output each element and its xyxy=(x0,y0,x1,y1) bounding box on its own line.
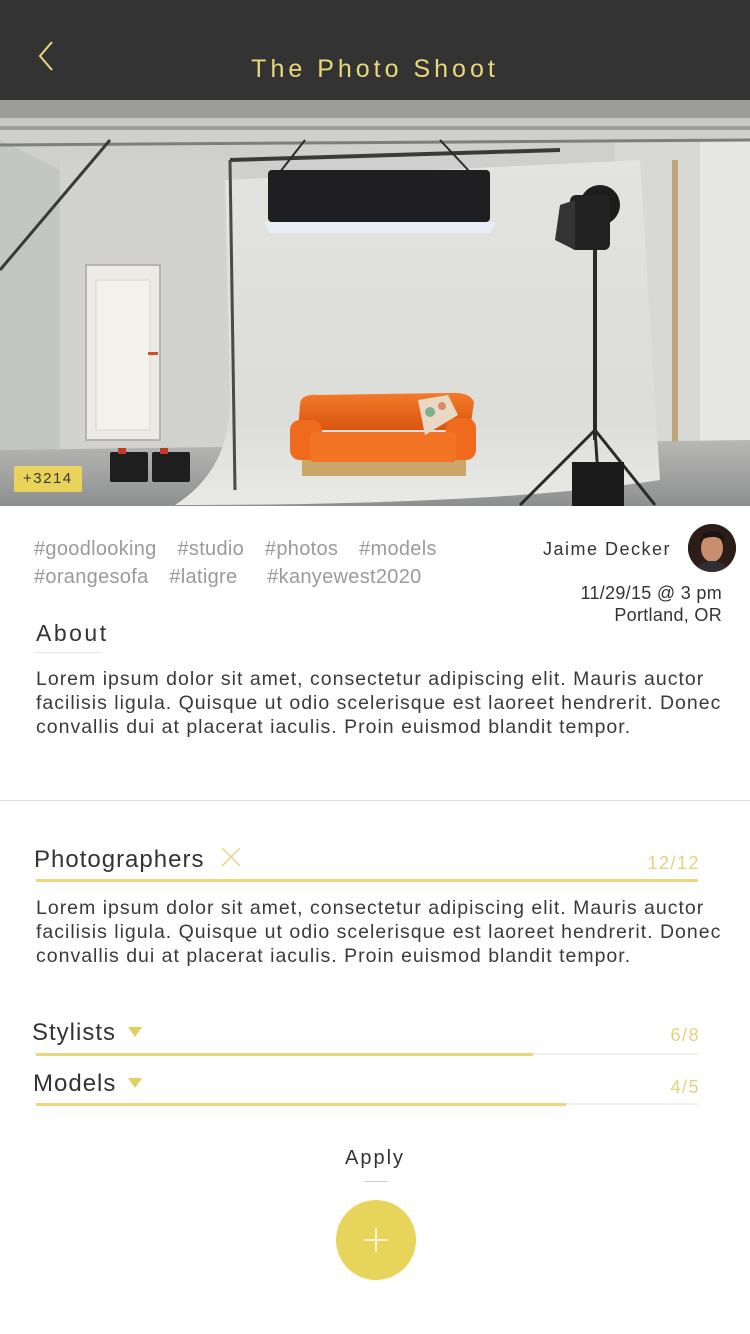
tag[interactable]: #photos xyxy=(265,538,338,561)
tag[interactable]: #models xyxy=(359,538,437,561)
models-label[interactable]: Models xyxy=(33,1070,116,1098)
tag-row: #goodlooking #studio #photos #models xyxy=(34,538,504,566)
close-icon-glyph xyxy=(221,847,241,867)
tag[interactable]: #goodlooking xyxy=(34,538,157,561)
stylists-count: 6/8 xyxy=(670,1025,700,1045)
stylists-label[interactable]: Stylists xyxy=(32,1019,116,1047)
apply-button[interactable]: Apply xyxy=(0,1147,750,1170)
photographers-label[interactable]: Photographers xyxy=(34,846,204,874)
stylists-progress-fill xyxy=(36,1053,533,1056)
tag[interactable]: #latigre xyxy=(169,566,237,589)
section-divider xyxy=(0,800,750,801)
page-title: The Photo Shoot xyxy=(251,55,499,83)
models-count: 4/5 xyxy=(670,1077,700,1097)
chevron-down-icon[interactable] xyxy=(128,1027,142,1037)
chevron-down-icon[interactable] xyxy=(128,1078,142,1088)
avatar-portrait xyxy=(688,524,736,572)
hero-photo xyxy=(0,100,750,506)
stylists-progress xyxy=(36,1053,698,1056)
photographers-count: 12/12 xyxy=(647,853,700,873)
add-button[interactable] xyxy=(336,1200,416,1280)
app-header: The Photo Shoot xyxy=(0,0,750,100)
plus-icon xyxy=(364,1228,388,1252)
photographers-text: Lorem ipsum dolor sit amet, consectetur … xyxy=(36,897,722,967)
event-location: Portland, OR xyxy=(614,605,722,625)
photo-count-badge: +3214 xyxy=(14,466,82,492)
about-underline xyxy=(36,652,100,653)
photographers-progress xyxy=(36,879,698,882)
tag[interactable]: #kanyewest2020 xyxy=(267,566,421,589)
photographers-progress-fill xyxy=(36,879,698,882)
event-date: 11/29/15 @ 3 pm xyxy=(580,583,722,603)
tag-list: #goodlooking #studio #photos #models #or… xyxy=(34,538,504,594)
models-progress-fill xyxy=(36,1103,566,1106)
avatar[interactable] xyxy=(688,524,736,572)
models-progress xyxy=(36,1103,698,1106)
apply-underline xyxy=(364,1181,388,1182)
author-name[interactable]: Jaime Decker xyxy=(543,539,671,560)
about-text: Lorem ipsum dolor sit amet, consectetur … xyxy=(36,668,722,738)
tag[interactable]: #orangesofa xyxy=(34,566,149,589)
tag-row: #orangesofa #latigre #kanyewest2020 xyxy=(34,566,504,594)
studio-photo-illustration xyxy=(0,100,750,506)
close-icon[interactable] xyxy=(220,846,242,868)
tag[interactable]: #studio xyxy=(177,538,244,561)
about-heading: About xyxy=(36,620,109,646)
